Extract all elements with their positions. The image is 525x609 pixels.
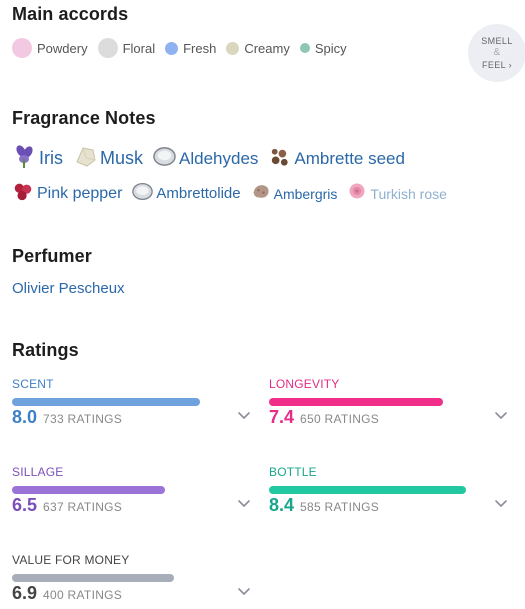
rating-value: 6.9 [12,583,38,603]
ambrette-seed-icon [268,145,291,173]
note-item[interactable]: Pink pepper [12,180,122,207]
accord-item[interactable]: Spicy [299,40,347,56]
note-label: Ambrettolide [156,185,241,202]
accord-dot-icon [12,38,32,58]
chevron-down-icon[interactable] [236,495,252,511]
pink-pepper-icon [12,180,34,207]
main-accords-title: Main accords [12,4,129,24]
rating-value-for-money: VALUE FOR MONEY 6.9 400 RATINGS [12,553,252,609]
rating-count: 400 RATINGS [43,588,123,602]
note-label: Iris [39,148,63,168]
rating-value: 7.4 [269,407,295,427]
accord-dot-icon [97,38,118,58]
ratings-title: Ratings [12,340,79,360]
accord-label: Creamy [244,40,290,56]
note-item[interactable]: Turkish rose [347,181,447,206]
rating-name: VALUE FOR MONEY [12,553,130,567]
rating-bar [12,486,165,494]
note-item[interactable]: Iris [12,144,63,173]
note-item[interactable]: Ambergris [251,181,338,206]
accord-item[interactable]: Powdery [12,38,88,58]
accord-dot-icon [165,41,179,55]
rating-bar [12,398,200,406]
note-item[interactable]: Ambrettolide [132,181,241,207]
musk-crystal-icon [73,144,97,173]
rating-sillage: SILLAGE 6.5 637 RATINGS [12,465,252,525]
accord-dot-icon [299,43,310,53]
note-label: Pink pepper [37,184,123,202]
rating-name: LONGEVITY [269,377,340,391]
rating-value: 8.0 [12,407,38,427]
notes-row: Pink pepper Ambrettolide Ambergris Turkish … [12,180,457,207]
rating-name: BOTTLE [269,465,317,479]
chevron-down-icon[interactable] [236,583,252,599]
accord-dot-icon [226,41,240,55]
rating-bar [12,574,174,582]
note-label: Musk [100,148,144,168]
ambrettolide-icon [132,181,154,207]
note-item[interactable]: Ambrette seed [268,145,405,173]
amp-label: & [493,47,501,58]
chevron-down-icon[interactable] [236,407,252,423]
ambergris-icon [251,181,271,206]
chevron-down-icon[interactable] [493,495,509,511]
rating-name: SILLAGE [12,465,64,479]
chevron-down-icon[interactable] [493,407,509,423]
rating-count: 650 RATINGS [300,412,380,426]
note-label: Ambergris [273,185,338,202]
notes-row: Iris Musk Aldehydes Ambrette seed [12,144,415,173]
rating-count: 585 RATINGS [300,500,380,514]
iris-flower-icon [12,144,36,173]
perfumer-title: Perfumer [12,246,92,266]
rating-name: SCENT [12,377,54,391]
accord-item[interactable]: Floral [97,38,156,58]
rating-scent: SCENT 8.0 733 RATINGS [12,377,252,437]
note-item[interactable]: Musk [73,144,143,173]
accords-list: Powdery Floral Fresh Creamy Spicy [12,38,357,58]
rating-bottle: BOTTLE 8.4 585 RATINGS [269,465,509,525]
rating-longevity: LONGEVITY 7.4 650 RATINGS [269,377,509,437]
smell-label: SMELL [481,36,513,46]
accord-label: Floral [122,40,156,56]
note-label: Ambrette seed [294,148,405,168]
rating-value: 6.5 [12,495,38,515]
accord-item[interactable]: Creamy [226,41,290,56]
note-item[interactable]: Aldehydes [153,145,258,173]
chevron-right-icon: › [508,60,513,70]
fragrance-notes-title: Fragrance Notes [12,108,156,128]
rating-bar [269,398,443,406]
rating-value: 8.4 [269,495,295,515]
aldehydes-icon [153,145,176,173]
note-label: Turkish rose [370,185,447,202]
rating-count: 733 RATINGS [43,412,123,426]
turkish-rose-icon [347,181,367,206]
note-label: Aldehydes [179,148,259,168]
accord-item[interactable]: Fresh [165,41,216,56]
perfumer-link[interactable]: Olivier Pescheux [12,280,125,297]
accord-label: Fresh [183,40,217,56]
rating-bar [269,486,466,494]
feel-label: FEEL › [481,60,513,70]
accord-label: Powdery [37,40,88,56]
smell-feel-button[interactable]: SMELL & FEEL › [468,24,525,82]
rating-count: 637 RATINGS [43,500,123,514]
accord-label: Spicy [314,40,347,56]
